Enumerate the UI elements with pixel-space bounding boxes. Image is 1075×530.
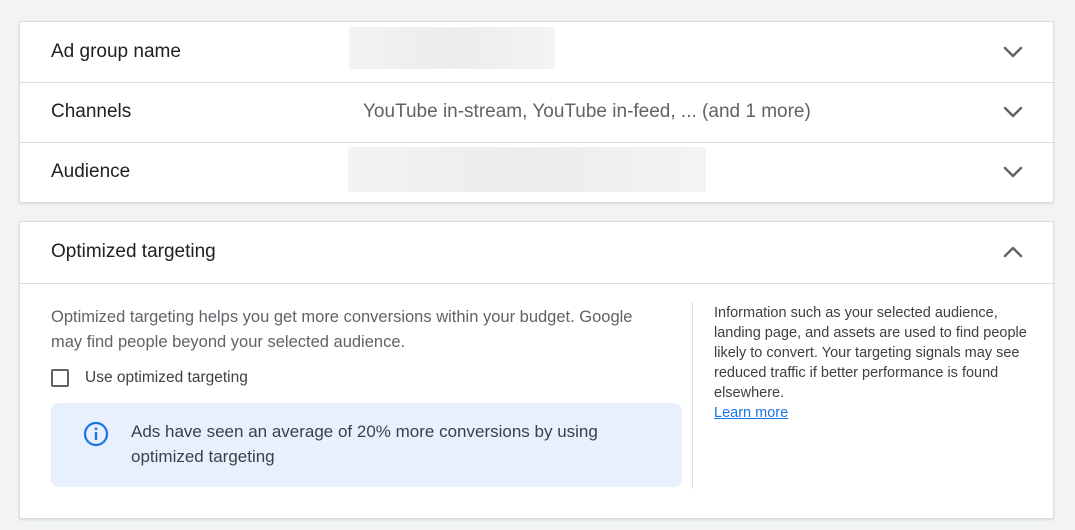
audience-label: Audience	[51, 161, 131, 182]
chevron-down-icon[interactable]	[1001, 40, 1025, 64]
chevron-down-icon[interactable]	[1001, 160, 1025, 184]
use-optimized-targeting-checkbox[interactable]	[51, 369, 69, 387]
optimized-targeting-description: Optimized targeting helps you get more c…	[51, 308, 633, 351]
use-optimized-targeting-checkbox-row[interactable]: Use optimized targeting	[51, 367, 248, 389]
use-optimized-targeting-label: Use optimized targeting	[85, 369, 248, 386]
vertical-divider	[692, 302, 693, 489]
optimized-targeting-title: Optimized targeting	[51, 241, 216, 262]
chevron-down-icon[interactable]	[1001, 100, 1025, 124]
ad-group-settings-panel: Ad group name Channels YouTube in-stream…	[19, 21, 1055, 203]
side-info: Information such as your selected audien…	[714, 303, 1034, 423]
channels-value: YouTube in-stream, YouTube in-feed, ... …	[363, 101, 811, 122]
ad-group-name-label: Ad group name	[51, 41, 181, 62]
ad-group-name-row[interactable]: Ad group name	[20, 22, 1055, 82]
audience-row[interactable]: Audience	[20, 142, 1055, 202]
side-info-text: Information such as your selected audien…	[714, 305, 1027, 401]
header-divider	[20, 283, 1055, 284]
optimized-targeting-header[interactable]: Optimized targeting	[20, 222, 1055, 282]
channels-label: Channels	[51, 101, 132, 122]
audience-value-redacted	[348, 147, 706, 192]
info-banner: Ads have seen an average of 20% more con…	[51, 403, 682, 487]
info-banner-text: Ads have seen an average of 20% more con…	[131, 422, 598, 466]
info-icon	[82, 420, 110, 448]
optimized-targeting-panel: Optimized targeting Optimized targeting …	[19, 221, 1055, 519]
chevron-up-icon[interactable]	[1001, 240, 1025, 264]
learn-more-link[interactable]: Learn more	[714, 403, 1034, 423]
channels-row[interactable]: Channels YouTube in-stream, YouTube in-f…	[20, 82, 1055, 142]
ad-group-name-value-redacted	[349, 27, 555, 69]
